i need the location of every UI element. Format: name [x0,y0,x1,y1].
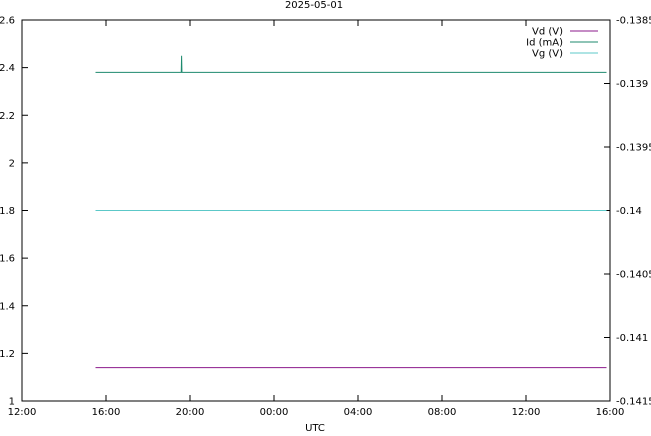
y-tick-label: 2 [9,158,15,169]
y-tick-label: 2.2 [0,111,15,122]
y2-tick-label: -0.1405 [616,270,651,281]
y2-tick-label: -0.1415 [616,397,651,408]
x-tick-label: 08:00 [428,407,457,418]
legend-label: Vd (V) [532,27,563,38]
series-group [95,55,607,369]
y2-tick-label: -0.1385 [616,16,651,27]
y-tick-label: 2.6 [0,16,15,27]
x-tick-label: 12:00 [8,407,37,418]
legend-label: Vg (V) [532,49,563,60]
chart-title: 2025-05-01 [285,0,343,11]
y2-tick-label: -0.14 [616,206,642,217]
y-tick-label: 1.6 [0,254,15,265]
y-axis-left: 1 1.2 1.4 1.6 1.8 2 2.2 2.4 2.6 [0,16,28,408]
y-axis-right: -0.1415 -0.141 -0.1405 -0.14 -0.1395 -0.139 -0… [604,16,651,408]
y-tick-label: 1.8 [0,206,15,217]
x-axis-label: UTC [305,423,325,432]
y-tick-label: 1 [9,397,15,408]
line-chart: 2025-05-01 12:00 16:00 20:00 00:00 04:00 08:0… [0,0,651,434]
legend: Vd (V)Id (mA)Vg (V) [526,27,598,60]
x-tick-label: 00:00 [260,407,289,418]
series-line-id-ma [95,55,607,73]
x-tick-label: 12:00 [512,407,541,418]
chart-container: 2025-05-01 12:00 16:00 20:00 00:00 04:00 08:0… [0,0,651,434]
x-tick-label: 16:00 [92,407,121,418]
x-tick-label: 16:00 [596,407,625,418]
y2-tick-label: -0.141 [616,333,648,344]
y2-tick-label: -0.139 [616,79,648,90]
y-tick-label: 1.4 [0,301,15,312]
legend-label: Id (mA) [526,38,563,49]
y-tick-label: 1.2 [0,349,15,360]
x-tick-label: 20:00 [176,407,205,418]
y2-tick-label: -0.1395 [616,143,651,154]
x-tick-label: 04:00 [344,407,373,418]
y-tick-label: 2.4 [0,63,15,74]
x-axis: 12:00 16:00 20:00 00:00 04:00 08:00 12:00 16:00 [8,20,625,418]
